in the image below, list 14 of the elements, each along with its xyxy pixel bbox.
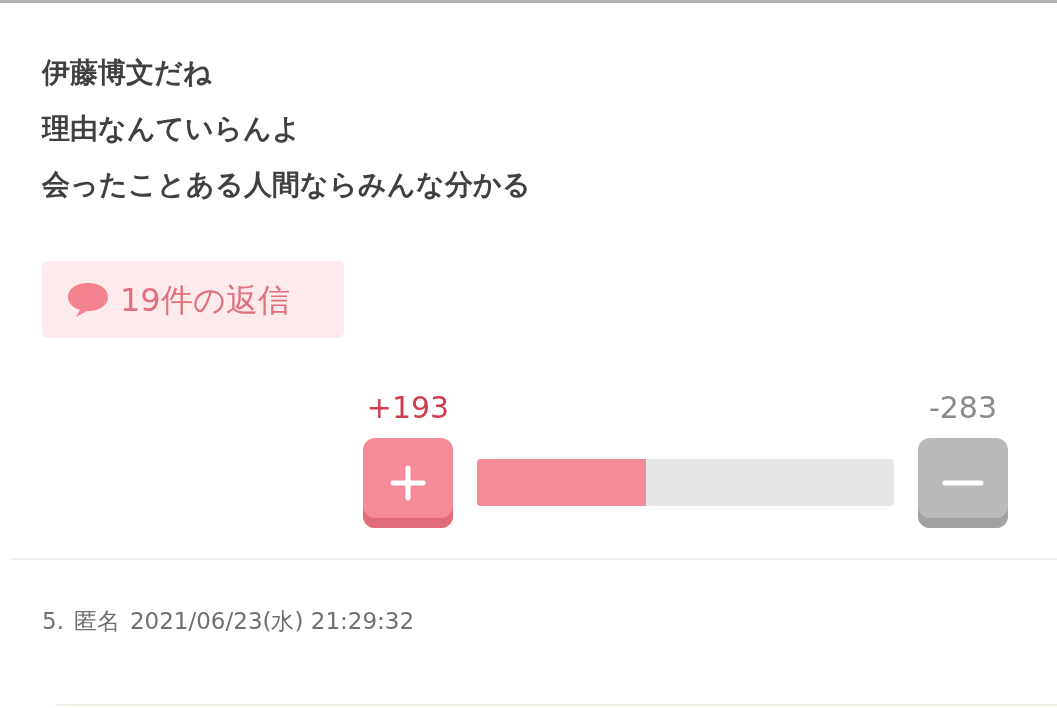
plus-votes: +193 bbox=[366, 389, 450, 427]
post-date: 2021/06/23(水) 21:29:32 bbox=[129, 607, 415, 636]
plus-button[interactable] bbox=[363, 438, 453, 528]
comment-number: 5. bbox=[42, 607, 64, 636]
speech-bubble-icon bbox=[66, 280, 110, 319]
comment-text-line: 会ったことある人間ならみんな分かる bbox=[42, 167, 532, 203]
minus-votes: -283 bbox=[928, 389, 998, 427]
plus-icon bbox=[390, 465, 426, 501]
minus-button[interactable] bbox=[918, 438, 1008, 528]
replies-button[interactable]: 19件の返信 bbox=[42, 261, 344, 338]
author-name: 匿名 bbox=[73, 607, 120, 636]
minus-icon bbox=[941, 478, 985, 488]
comment-text-line: 理由なんていらんよ bbox=[42, 111, 302, 147]
comment-text-line: 伊藤博文だね bbox=[42, 55, 213, 91]
